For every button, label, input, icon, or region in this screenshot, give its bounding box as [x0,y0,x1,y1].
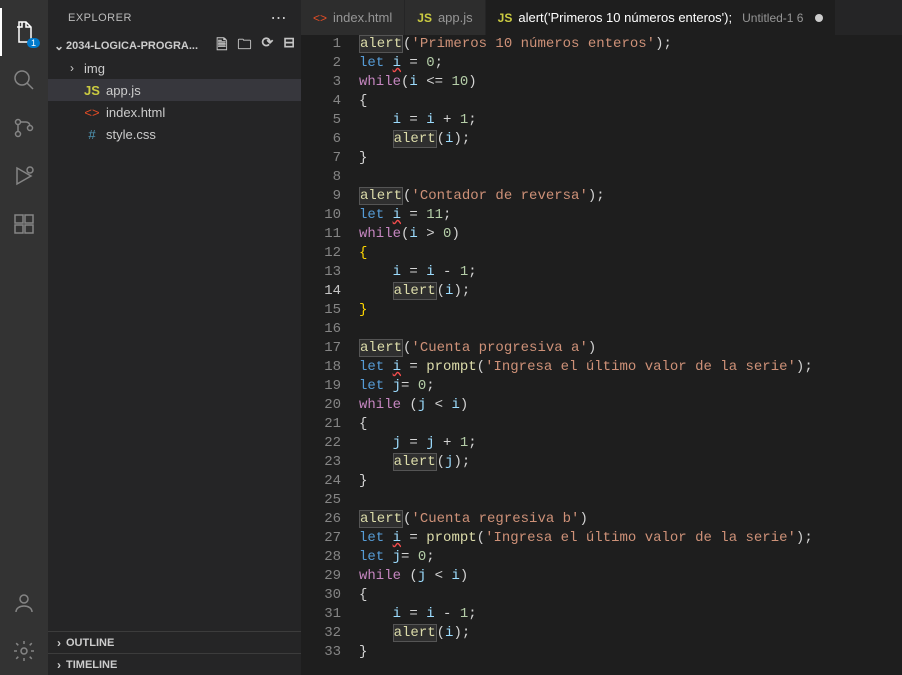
section-label: OUTLINE [66,637,114,649]
html-file-icon: <> [84,105,100,120]
project-actions: 🗎 🗀 ⟳ ⊟ [216,34,295,58]
project-root-row[interactable]: ⌄ 2034-LOGICA-PROGRA... 🗎 🗀 ⟳ ⊟ [48,35,301,57]
section-timeline[interactable]: › TIMELINE [48,653,301,675]
activity-bar: 1 [0,0,48,675]
chevron-down-icon: ⌄ [52,39,66,53]
sidebar-more-icon[interactable]: ⋯ [271,8,288,28]
file-label: app.js [106,83,141,98]
sidebar-title: EXPLORER [68,12,132,24]
activity-run-debug[interactable] [0,152,48,200]
sidebar-header: EXPLORER ⋯ [48,0,301,35]
dirty-indicator-icon [815,14,823,22]
tree-folder-img[interactable]: › img [48,57,301,79]
section-outline[interactable]: › OUTLINE [48,631,301,653]
activity-extensions[interactable] [0,200,48,248]
file-label: style.css [106,127,156,142]
chevron-right-icon: › [52,658,66,672]
collapse-all-icon[interactable]: ⊟ [283,34,295,58]
folder-label: img [84,61,105,76]
tab-meta: Untitled-1 6 [742,11,803,25]
tab-untitled[interactable]: JS alert('Primeros 10 números enteros');… [486,0,837,35]
tree-file-appjs[interactable]: JS app.js [48,79,301,101]
file-label: index.html [106,105,165,120]
activity-accounts[interactable] [0,579,48,627]
html-file-icon: <> [313,11,327,25]
tab-label: alert('Primeros 10 números enteros'); [518,10,732,25]
css-file-icon: # [84,127,100,142]
activity-bottom [0,579,48,675]
activity-search[interactable] [0,56,48,104]
activity-settings[interactable] [0,627,48,675]
refresh-icon[interactable]: ⟳ [262,34,274,58]
line-number-gutter: 1234567891011121314151617181920212223242… [301,35,359,675]
tab-label: index.html [333,10,392,25]
tree-file-index[interactable]: <> index.html [48,101,301,123]
tab-app-js[interactable]: JS app.js [405,0,485,35]
project-name: 2034-LOGICA-PROGRA... [66,40,198,52]
chevron-right-icon: › [52,636,66,650]
chevron-right-icon: › [66,61,78,75]
file-tree: › img JS app.js <> index.html # style.cs… [48,57,301,631]
tree-file-style[interactable]: # style.css [48,123,301,145]
code-content[interactable]: alert('Primeros 10 números enteros');let… [359,35,902,675]
editor-area: <> index.html JS app.js JS alert('Primer… [301,0,902,675]
activity-top: 1 [0,8,48,248]
new-file-icon[interactable]: 🗎 [216,34,227,58]
js-file-icon: JS [498,11,513,25]
explorer-sidebar: EXPLORER ⋯ ⌄ 2034-LOGICA-PROGRA... 🗎 🗀 ⟳… [48,0,301,675]
activity-source-control[interactable] [0,104,48,152]
js-file-icon: JS [84,83,100,98]
tab-label: app.js [438,10,473,25]
activity-explorer[interactable]: 1 [0,8,48,56]
tab-index-html[interactable]: <> index.html [301,0,405,35]
explorer-badge: 1 [27,38,40,48]
section-label: TIMELINE [66,659,117,671]
editor-tabs: <> index.html JS app.js JS alert('Primer… [301,0,902,35]
new-folder-icon[interactable]: 🗀 [238,34,252,58]
code-editor[interactable]: 1234567891011121314151617181920212223242… [301,35,902,675]
js-file-icon: JS [417,11,432,25]
